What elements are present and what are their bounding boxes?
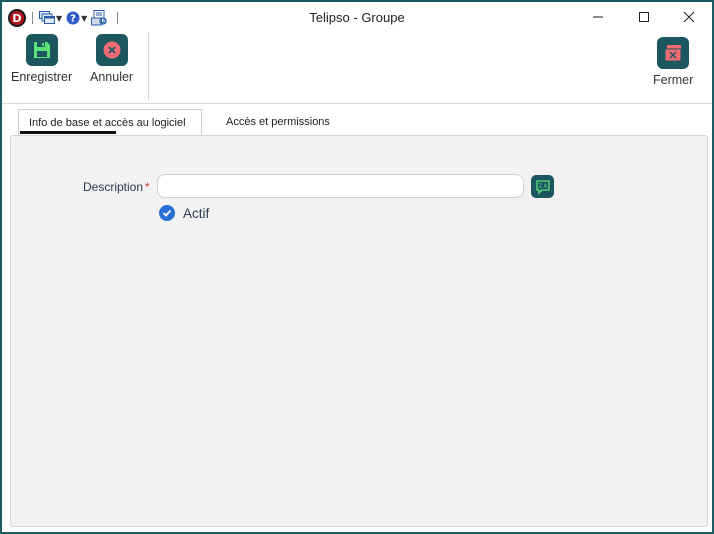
save-button-icon-box: [25, 34, 58, 66]
maximize-icon: [639, 12, 649, 22]
close-form-icon: [664, 45, 682, 62]
ribbon-toolbar: Enregistrer Annuler Fermer: [2, 32, 712, 104]
tab-label: Info de base et accès au logiciel: [29, 117, 186, 129]
minimize-icon: [593, 16, 603, 18]
description-label-text: Description: [83, 180, 144, 194]
tab-acces-et-permissions[interactable]: Accès et permissions: [216, 109, 340, 135]
close-button-icon-box: [657, 37, 690, 69]
form-panel: Description * Z A Actif: [10, 135, 708, 527]
cancel-button-icon-box: [95, 34, 128, 66]
save-button-label: Enregistrer: [11, 70, 73, 84]
close-form-button[interactable]: Fermer: [653, 37, 693, 87]
description-input[interactable]: [157, 174, 524, 198]
translate-icon: Z A: [535, 179, 550, 195]
close-form-label: Fermer: [653, 73, 694, 87]
save-button[interactable]: Enregistrer: [11, 34, 72, 84]
checkmark-icon: [162, 209, 172, 217]
minimize-button[interactable]: [575, 2, 621, 32]
tab-label: Accès et permissions: [226, 116, 330, 128]
required-marker: *: [145, 180, 150, 194]
maximize-button[interactable]: [621, 2, 667, 32]
translate-button[interactable]: Z A: [531, 175, 554, 198]
title-bar: D ▼ ? ▼ Telipso - Groupe: [2, 2, 712, 32]
save-icon: [33, 42, 50, 58]
ribbon-separator: [148, 32, 149, 100]
close-icon: [683, 11, 695, 23]
tab-strip: Info de base et accès au logiciel Accès …: [2, 105, 712, 135]
app-window: D ▼ ? ▼ Telipso - Groupe Enregistrer Ann…: [0, 0, 714, 534]
cancel-icon: [103, 41, 121, 59]
description-label: Description *: [83, 180, 150, 194]
actif-checkbox[interactable]: [159, 205, 175, 221]
close-window-button[interactable]: [666, 2, 712, 32]
cancel-button-label: Annuler: [90, 70, 134, 84]
svg-text:A: A: [543, 183, 547, 189]
actif-label: Actif: [183, 205, 210, 221]
actif-checkbox-row[interactable]: Actif: [159, 205, 209, 221]
svg-text:Z: Z: [538, 183, 542, 189]
cancel-button[interactable]: Annuler: [90, 34, 133, 84]
active-tab-indicator: [20, 131, 116, 134]
tab-info-de-base[interactable]: Info de base et accès au logiciel: [18, 109, 202, 135]
